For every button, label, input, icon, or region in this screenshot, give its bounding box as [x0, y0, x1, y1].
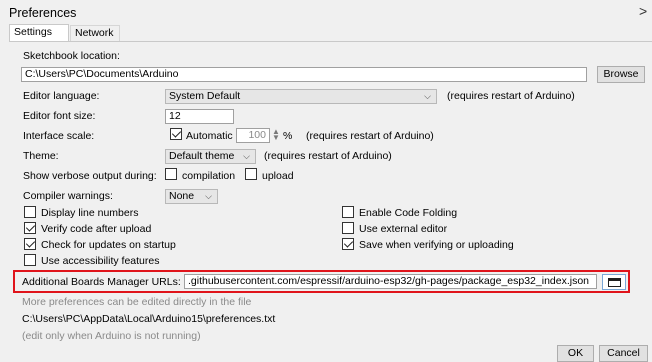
boards-manager-input[interactable]: .githubusercontent.com/espressif/arduino…	[184, 274, 597, 289]
editor-language-select[interactable]: System Default ⌵	[165, 89, 437, 104]
cancel-button[interactable]: Cancel	[599, 345, 648, 362]
editor-font-size-input[interactable]: 12	[165, 109, 234, 124]
chevron-down-icon: ⌵	[243, 151, 250, 161]
check-updates-label: Check for updates on startup	[41, 239, 176, 251]
editor-language-note: (requires restart of Arduino)	[447, 90, 575, 102]
compiler-warnings-label: Compiler warnings:	[23, 190, 113, 202]
verify-code-label: Verify code after upload	[41, 223, 152, 235]
editor-language-label: Editor language:	[23, 90, 100, 102]
compiler-warnings-value: None	[169, 190, 195, 202]
sketchbook-location-input[interactable]: C:\Users\PC\Documents\Arduino	[21, 67, 587, 82]
folder-icon	[608, 278, 621, 287]
theme-note: (requires restart of Arduino)	[264, 150, 392, 162]
verbose-compilation-label: compilation	[182, 170, 236, 182]
more-preferences-note: More preferences can be edited directly …	[22, 296, 252, 308]
browse-button[interactable]: Browse	[597, 66, 645, 83]
external-editor-label: Use external editor	[359, 223, 448, 235]
ok-button[interactable]: OK	[557, 345, 594, 362]
theme-label: Theme:	[23, 150, 59, 162]
check-updates-checkbox[interactable]	[24, 238, 36, 250]
verbose-compilation-checkbox[interactable]	[165, 168, 177, 180]
window-title: Preferences	[9, 6, 77, 20]
sketchbook-location-label: Sketchbook location:	[23, 50, 120, 62]
external-editor-checkbox[interactable]	[342, 222, 354, 234]
verify-code-checkbox[interactable]	[24, 222, 36, 234]
chevron-down-icon: ⌵	[424, 91, 431, 101]
chevron-down-icon: ⌵	[205, 191, 212, 201]
boards-manager-edit-button[interactable]	[602, 274, 626, 290]
display-line-numbers-checkbox[interactable]	[24, 206, 36, 218]
theme-select[interactable]: Default theme ⌵	[165, 149, 256, 164]
interface-scale-input[interactable]: 100	[236, 128, 270, 143]
tab-network[interactable]: Network	[70, 25, 120, 41]
code-folding-label: Enable Code Folding	[359, 207, 458, 219]
theme-value: Default theme	[169, 150, 235, 162]
preferences-file-path: C:\Users\PC\AppData\Local\Arduino15\pref…	[22, 313, 276, 325]
boards-manager-label: Additional Boards Manager URLs:	[22, 276, 181, 288]
interface-scale-label: Interface scale:	[23, 130, 95, 142]
editor-language-value: System Default	[169, 90, 241, 102]
compiler-warnings-select[interactable]: None ⌵	[165, 189, 218, 204]
scale-spinner-icon[interactable]: ▲ ▼	[271, 128, 281, 142]
interface-scale-unit: %	[283, 130, 293, 142]
accessibility-label: Use accessibility features	[41, 255, 160, 267]
accessibility-checkbox[interactable]	[24, 254, 36, 266]
tab-settings[interactable]: Settings	[9, 24, 69, 42]
display-line-numbers-label: Display line numbers	[41, 207, 139, 219]
automatic-scale-label: Automatic	[186, 130, 233, 142]
save-when-verifying-label: Save when verifying or uploading	[359, 239, 514, 251]
verbose-output-label: Show verbose output during:	[23, 170, 157, 182]
verbose-upload-checkbox[interactable]	[245, 168, 257, 180]
interface-scale-note: (requires restart of Arduino)	[306, 130, 434, 142]
automatic-scale-checkbox[interactable]	[170, 128, 182, 140]
verbose-upload-label: upload	[262, 170, 294, 182]
editor-font-size-label: Editor font size:	[23, 110, 96, 122]
edit-only-note: (edit only when Arduino is not running)	[22, 330, 201, 342]
code-folding-checkbox[interactable]	[342, 206, 354, 218]
save-when-verifying-checkbox[interactable]	[342, 238, 354, 250]
close-icon[interactable]: >	[639, 4, 647, 18]
